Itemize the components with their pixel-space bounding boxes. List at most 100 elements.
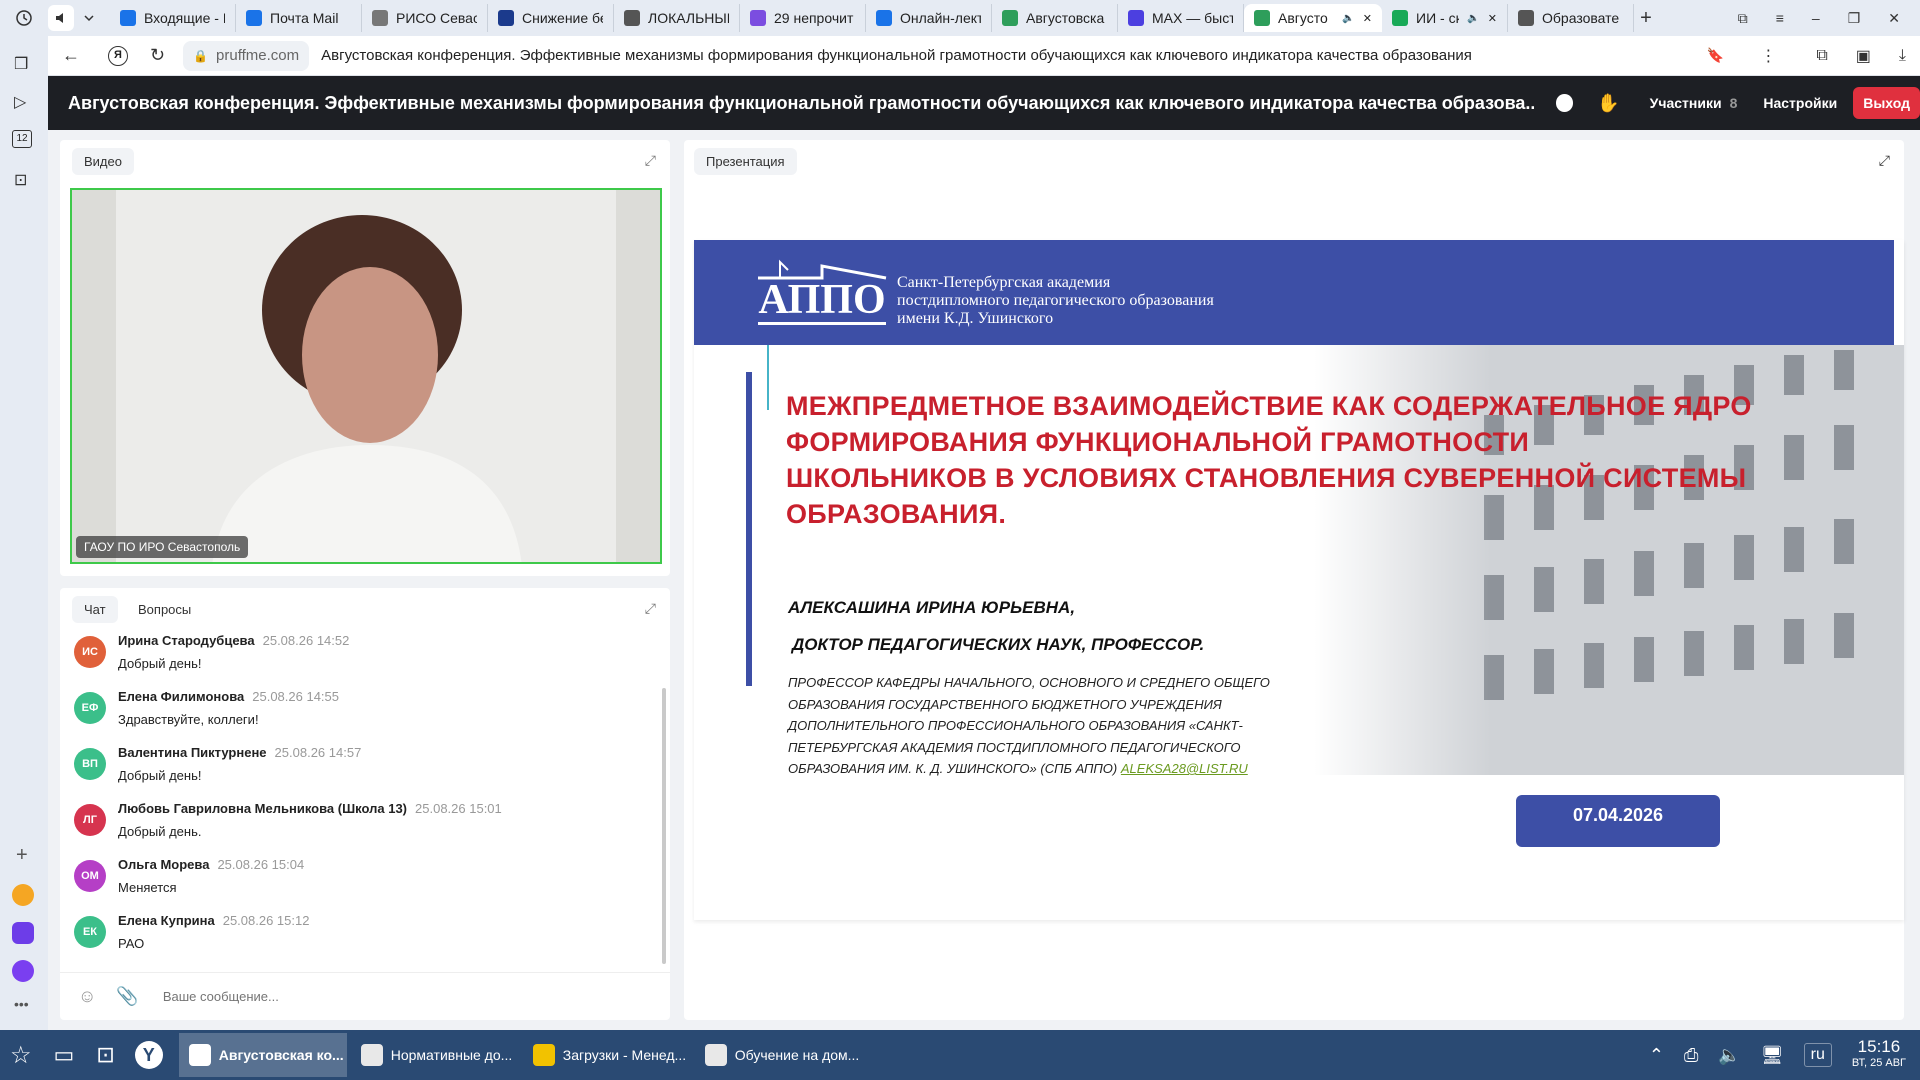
browser-tab[interactable]: ЛОКАЛЬНЫЕ	[614, 4, 740, 32]
chat-message: ВП Валентина Пиктурнене 25.08.26 14:57 Добр…	[74, 744, 644, 800]
chat-text: Добрый день.	[118, 824, 202, 839]
downloads-icon[interactable]: ⤓	[1899, 47, 1906, 65]
slide-accent-bar	[746, 372, 752, 686]
close-window-icon[interactable]: ✕	[1888, 10, 1900, 27]
menu-icon[interactable]: ≡	[1776, 10, 1784, 26]
yandex-browser-icon[interactable]: Y	[134, 1041, 163, 1069]
chat-author: Ольга Морева	[118, 857, 210, 872]
network-icon[interactable]: 🖥	[1761, 1045, 1784, 1066]
assistant-app-icon[interactable]	[12, 960, 34, 982]
slide-thin-line	[767, 345, 769, 410]
chat-message-input[interactable]	[162, 989, 603, 1004]
url-field[interactable]: 🔒 pruffme.com	[183, 40, 310, 71]
chat-text: Добрый день!	[118, 768, 202, 783]
reload-icon[interactable]: ↻	[150, 45, 165, 66]
chat-timestamp: 25.08.26 14:57	[274, 745, 362, 760]
taskbar-task[interactable]: Нормативные до...	[351, 1033, 519, 1077]
browser-tab-label: 29 непрочит	[774, 10, 854, 26]
restore-icon[interactable]: ❐	[1848, 10, 1861, 27]
browser-tab[interactable]: Почта Mail	[236, 4, 362, 32]
questions-tab[interactable]: Вопросы	[138, 602, 191, 617]
clock[interactable]: 15:16 ВТ, 25 АВГ	[1852, 1038, 1906, 1071]
smile-icon[interactable]: ☺	[78, 986, 96, 1007]
chat-tab[interactable]: Чат	[72, 596, 118, 623]
presentation-tab[interactable]: Презентация	[694, 148, 797, 175]
expand-icon[interactable]: ⤢	[645, 152, 656, 169]
browser-tab[interactable]: Входящие - Г	[110, 4, 236, 32]
taskbar-task[interactable]: Августовская ко...	[178, 1033, 347, 1077]
tabs-icon[interactable]: ❒	[14, 54, 28, 74]
tab-close-icon[interactable]: ✕	[1363, 12, 1372, 25]
tab-favicon-icon	[372, 10, 388, 26]
expand-icon[interactable]: ⤢	[645, 600, 656, 617]
history-icon[interactable]	[0, 9, 48, 27]
browser-logo-icon[interactable]: Я	[108, 45, 128, 66]
more-icon[interactable]: •••	[14, 996, 29, 1012]
back-icon[interactable]: ←	[62, 45, 80, 66]
browser-tab-label: Входящие - Г	[144, 10, 225, 26]
tab-audio-icon[interactable]: 🔈	[1342, 13, 1354, 24]
chat-scrollbar[interactable]	[662, 688, 666, 964]
browser-tab[interactable]: Образовате	[1508, 4, 1634, 32]
keyboard-layout[interactable]: ru	[1803, 1043, 1832, 1067]
tab-strip: Входящие - Г Почта Mail РИСО Севас Снижение…	[110, 4, 1634, 32]
attach-icon[interactable]: 📎	[116, 986, 138, 1007]
chat-text: РАО	[118, 936, 145, 951]
tab-favicon-icon	[1518, 10, 1534, 26]
browser-tab[interactable]: 29 непрочит	[740, 4, 866, 32]
speaker-icon[interactable]	[48, 5, 74, 31]
slide: АППО Санкт-Петербургская академия постди…	[694, 240, 1904, 920]
mail-app-icon[interactable]	[12, 884, 34, 906]
tab-close-icon[interactable]: ✕	[1488, 12, 1497, 25]
chat-text: Добрый день!	[118, 656, 202, 671]
settings-button[interactable]: Настройки	[1763, 95, 1837, 111]
browser-tab[interactable]: Онлайн-лект	[866, 4, 992, 32]
start-star-icon[interactable]: ☆	[10, 1041, 32, 1070]
chevron-down-icon[interactable]	[74, 12, 104, 24]
browser-tab-label: Снижение бе	[522, 10, 603, 26]
browser-tab[interactable]: Снижение бе	[488, 4, 614, 32]
fullscreen-icon[interactable]: ⤢	[1879, 152, 1890, 169]
taskbar-task[interactable]: Обучение на дом...	[695, 1033, 863, 1077]
chat-text: Здравствуйте, коллеги!	[118, 712, 259, 727]
video-tab[interactable]: Видео	[72, 148, 134, 175]
add-panel-icon[interactable]: +	[16, 844, 28, 867]
play-icon[interactable]: ▷	[14, 92, 26, 112]
screenshot-icon[interactable]: ⊡	[14, 170, 27, 190]
extensions-icon[interactable]: ▣	[1856, 46, 1871, 66]
screenshot-tool-icon[interactable]: ⊡	[96, 1042, 114, 1068]
exit-button[interactable]: Выход	[1853, 87, 1920, 119]
bookmark-icon[interactable]: 🔖	[1707, 47, 1724, 64]
tray-up-icon[interactable]: ⌃	[1649, 1045, 1664, 1066]
printer-icon[interactable]: ⎙	[1684, 1045, 1698, 1066]
file-manager-icon[interactable]: ▭	[54, 1042, 75, 1068]
minimize-icon[interactable]: –	[1812, 10, 1820, 26]
kebab-menu-icon[interactable]: ⋮	[1760, 46, 1776, 66]
messenger-app-icon[interactable]	[12, 922, 34, 944]
webinar-header: Августовская конференция. Эффективные ме…	[48, 76, 1920, 130]
collections-panel-icon[interactable]: ⧉	[1816, 47, 1827, 65]
participants-button[interactable]: Участники 8	[1650, 95, 1738, 111]
chat-message-header: Любовь Гавриловна Мельникова (Школа 13) 2…	[118, 800, 502, 818]
browser-tab[interactable]: РИСО Севас	[362, 4, 488, 32]
browser-tab[interactable]: MAX — быст	[1118, 4, 1244, 32]
video-panel: Видео ⤢ ГАОУ ПО ИРО Севастополь	[60, 140, 670, 576]
tab-audio-icon[interactable]: 🔈	[1467, 13, 1479, 24]
chat-message-body: Ольга Морева 25.08.26 15:04 Меняется	[118, 856, 304, 912]
tab-favicon-icon	[1392, 10, 1408, 26]
volume-icon[interactable]: 🔈	[1718, 1045, 1740, 1066]
raise-hand-icon[interactable]: ✋	[1597, 93, 1619, 114]
calendar-icon[interactable]: 12	[12, 130, 32, 148]
browser-tab[interactable]: Августовска	[992, 4, 1118, 32]
browser-tab[interactable]: Августо 🔈 ✕	[1244, 4, 1382, 32]
chat-message: ЕК Елена Куприна 25.08.26 15:12 РАО	[74, 912, 644, 968]
browser-tab[interactable]: ИИ - ск 🔈 ✕	[1382, 4, 1508, 32]
chat-message-header: Ирина Стародубцева 25.08.26 14:52	[118, 632, 349, 650]
browser-side-rail: ❒ ▷ 12 ⊡ + •••	[0, 36, 48, 1030]
chat-timestamp: 25.08.26 15:04	[217, 857, 305, 872]
taskbar-task[interactable]: Загрузки - Менед...	[523, 1033, 691, 1077]
author-email-link[interactable]: ALEKSA28@LIST.RU	[1121, 761, 1248, 776]
collections-icon[interactable]: ⧉	[1738, 10, 1748, 27]
new-tab-icon[interactable]: +	[1634, 7, 1658, 30]
emoji-reaction-icon[interactable]	[1555, 94, 1574, 112]
